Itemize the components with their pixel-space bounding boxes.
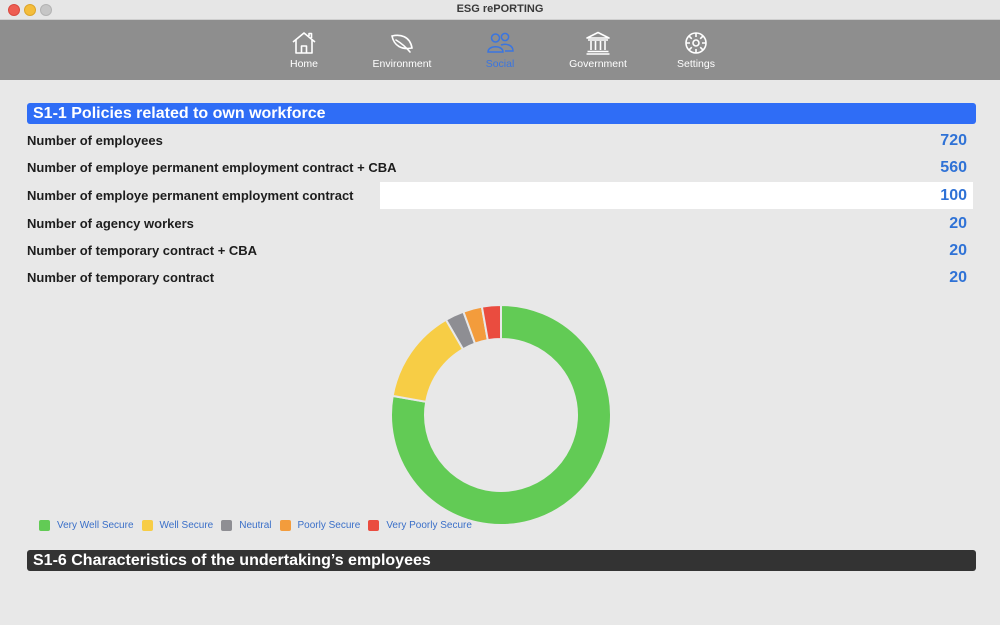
- legend-label: Well Secure: [159, 520, 214, 531]
- tab-settings-label: Settings: [677, 58, 715, 70]
- window-title: ESG rePORTING: [456, 3, 544, 15]
- legend-swatch: [279, 520, 291, 531]
- chart-legend: Very Well Secure Well Secure Neutral Poorly…: [39, 520, 472, 531]
- main-content: S1-1 Policies related to own workforce N…: [0, 80, 1000, 625]
- tab-home-label: Home: [289, 58, 318, 70]
- legend-item-poorly-secure: Poorly Secure: [279, 520, 361, 531]
- row-label: Number of employe permanent employment c…: [27, 160, 397, 175]
- legend-label: Poorly Secure: [297, 520, 361, 531]
- tab-home[interactable]: Home: [270, 30, 338, 70]
- row-permanent-contract-cba: Number of employe permanent employment c…: [27, 154, 973, 181]
- section-header-s1-6: S1-6 Characteristics of the undertaking’…: [27, 550, 976, 571]
- value-field-agency[interactable]: 20: [380, 210, 973, 237]
- row-label: Number of agency workers: [27, 216, 194, 231]
- legend-swatch: [221, 520, 233, 531]
- legend-swatch: [39, 520, 50, 531]
- row-permanent-contract: Number of employe permanent employment c…: [27, 182, 973, 209]
- row-label: Number of temporary contract + CBA: [27, 243, 258, 258]
- title-bar: ESG rePORTING: [0, 0, 1000, 20]
- house-icon: [292, 32, 316, 54]
- toolbar: Home Environment Social Government Setti…: [0, 20, 1000, 80]
- tab-social-label: Social: [485, 58, 515, 70]
- value-field-permanent-cba[interactable]: 560: [380, 154, 973, 181]
- row-agency-workers: Number of agency workers 20: [27, 210, 973, 237]
- leaf-icon: [391, 34, 413, 53]
- legend-item-neutral: Neutral: [221, 520, 272, 531]
- row-label: Number of temporary contract: [27, 270, 215, 285]
- tab-social[interactable]: Social: [466, 30, 534, 70]
- legend-swatch: [141, 520, 153, 531]
- section-header-s1-1: S1-1 Policies related to own workforce: [27, 103, 976, 124]
- value-field-permanent[interactable]: 100: [380, 182, 973, 209]
- legend-label: Neutral: [239, 520, 272, 531]
- bank-icon: [586, 31, 610, 55]
- tab-government-label: Government: [569, 58, 627, 70]
- legend-item-very-well-secure: Very Well Secure: [39, 520, 134, 531]
- tab-environment-label: Environment: [372, 58, 432, 70]
- row-temporary-contract-cba: Number of temporary contract + CBA 20: [27, 237, 973, 264]
- gear-icon: [685, 32, 707, 54]
- row-label: Number of employe permanent employment c…: [27, 188, 354, 203]
- legend-label: Very Well Secure: [57, 520, 134, 531]
- tab-environment[interactable]: Environment: [368, 30, 436, 70]
- row-label: Number of employees: [27, 133, 163, 148]
- people-icon: [487, 32, 514, 53]
- legend-item-very-poorly-secure: Very Poorly Secure: [368, 520, 472, 531]
- value-field-employees[interactable]: 720: [380, 127, 973, 154]
- value-field-temporary[interactable]: 20: [380, 264, 973, 291]
- legend-item-well-secure: Well Secure: [141, 520, 214, 531]
- legend-label: Very Poorly Secure: [386, 520, 472, 531]
- tab-settings[interactable]: Settings: [662, 30, 730, 70]
- legend-swatch: [368, 520, 380, 531]
- donut-chart: [390, 303, 612, 526]
- row-temporary-contract: Number of temporary contract 20: [27, 264, 973, 291]
- value-field-temporary-cba[interactable]: 20: [380, 237, 973, 264]
- row-number-of-employees: Number of employees 720: [27, 127, 973, 154]
- tab-government[interactable]: Government: [564, 30, 632, 70]
